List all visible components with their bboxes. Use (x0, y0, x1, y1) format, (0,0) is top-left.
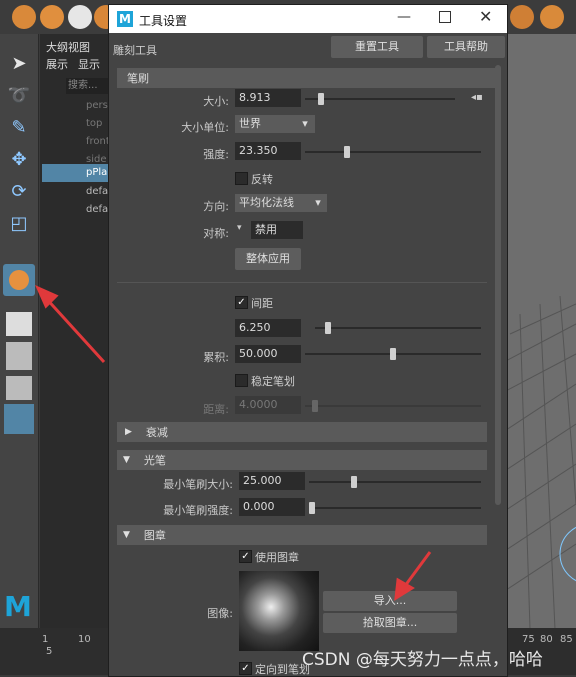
watermark: CSDN @每天努力一点点，哈哈 (302, 650, 543, 670)
annotation-arrows (35, 285, 432, 601)
